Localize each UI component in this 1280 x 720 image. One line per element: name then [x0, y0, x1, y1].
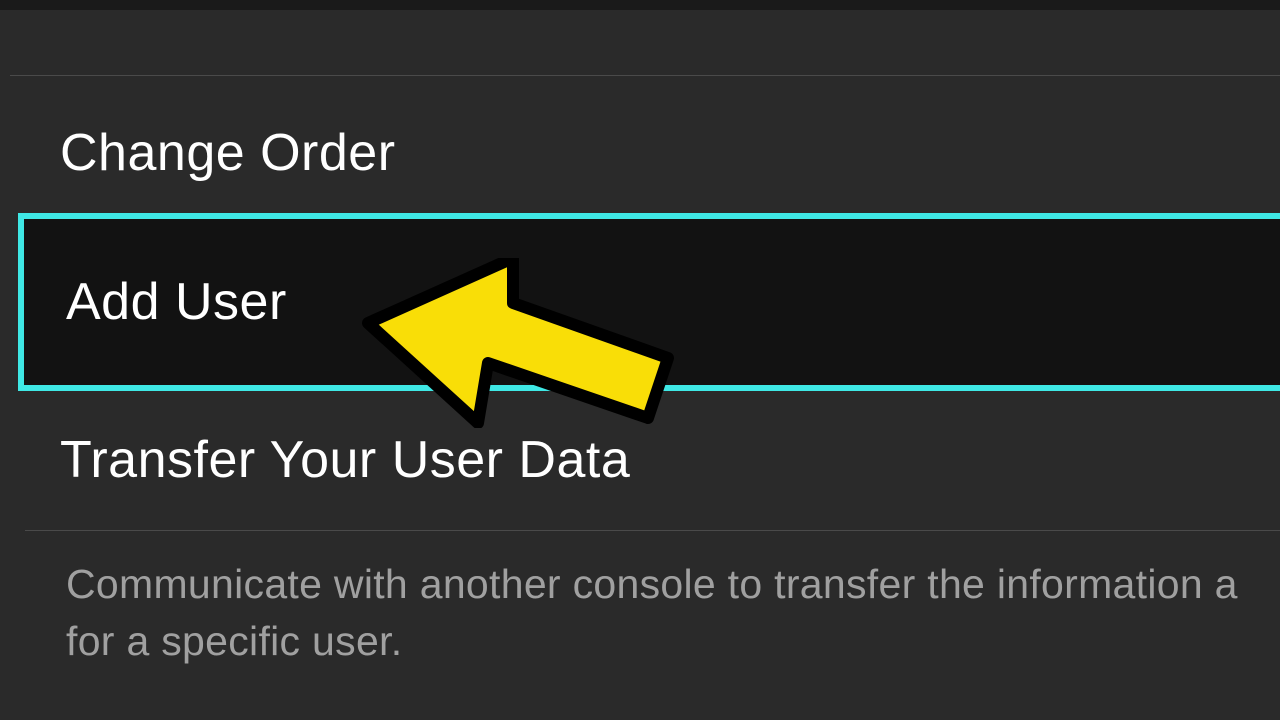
menu-label-transfer: Transfer Your User Data [60, 430, 630, 490]
menu-item-transfer-user-data[interactable]: Transfer Your User Data [60, 422, 1280, 497]
top-bar [0, 0, 1280, 10]
menu-label-add-user: Add User [66, 272, 287, 332]
menu-item-change-order[interactable]: Change Order [60, 115, 1280, 190]
divider-top [10, 75, 1280, 76]
menu-label-change-order: Change Order [60, 123, 396, 183]
description-text: Communicate with another console to tran… [66, 556, 1280, 671]
menu-item-add-user[interactable]: Add User [18, 213, 1280, 391]
divider-bottom [25, 530, 1280, 531]
